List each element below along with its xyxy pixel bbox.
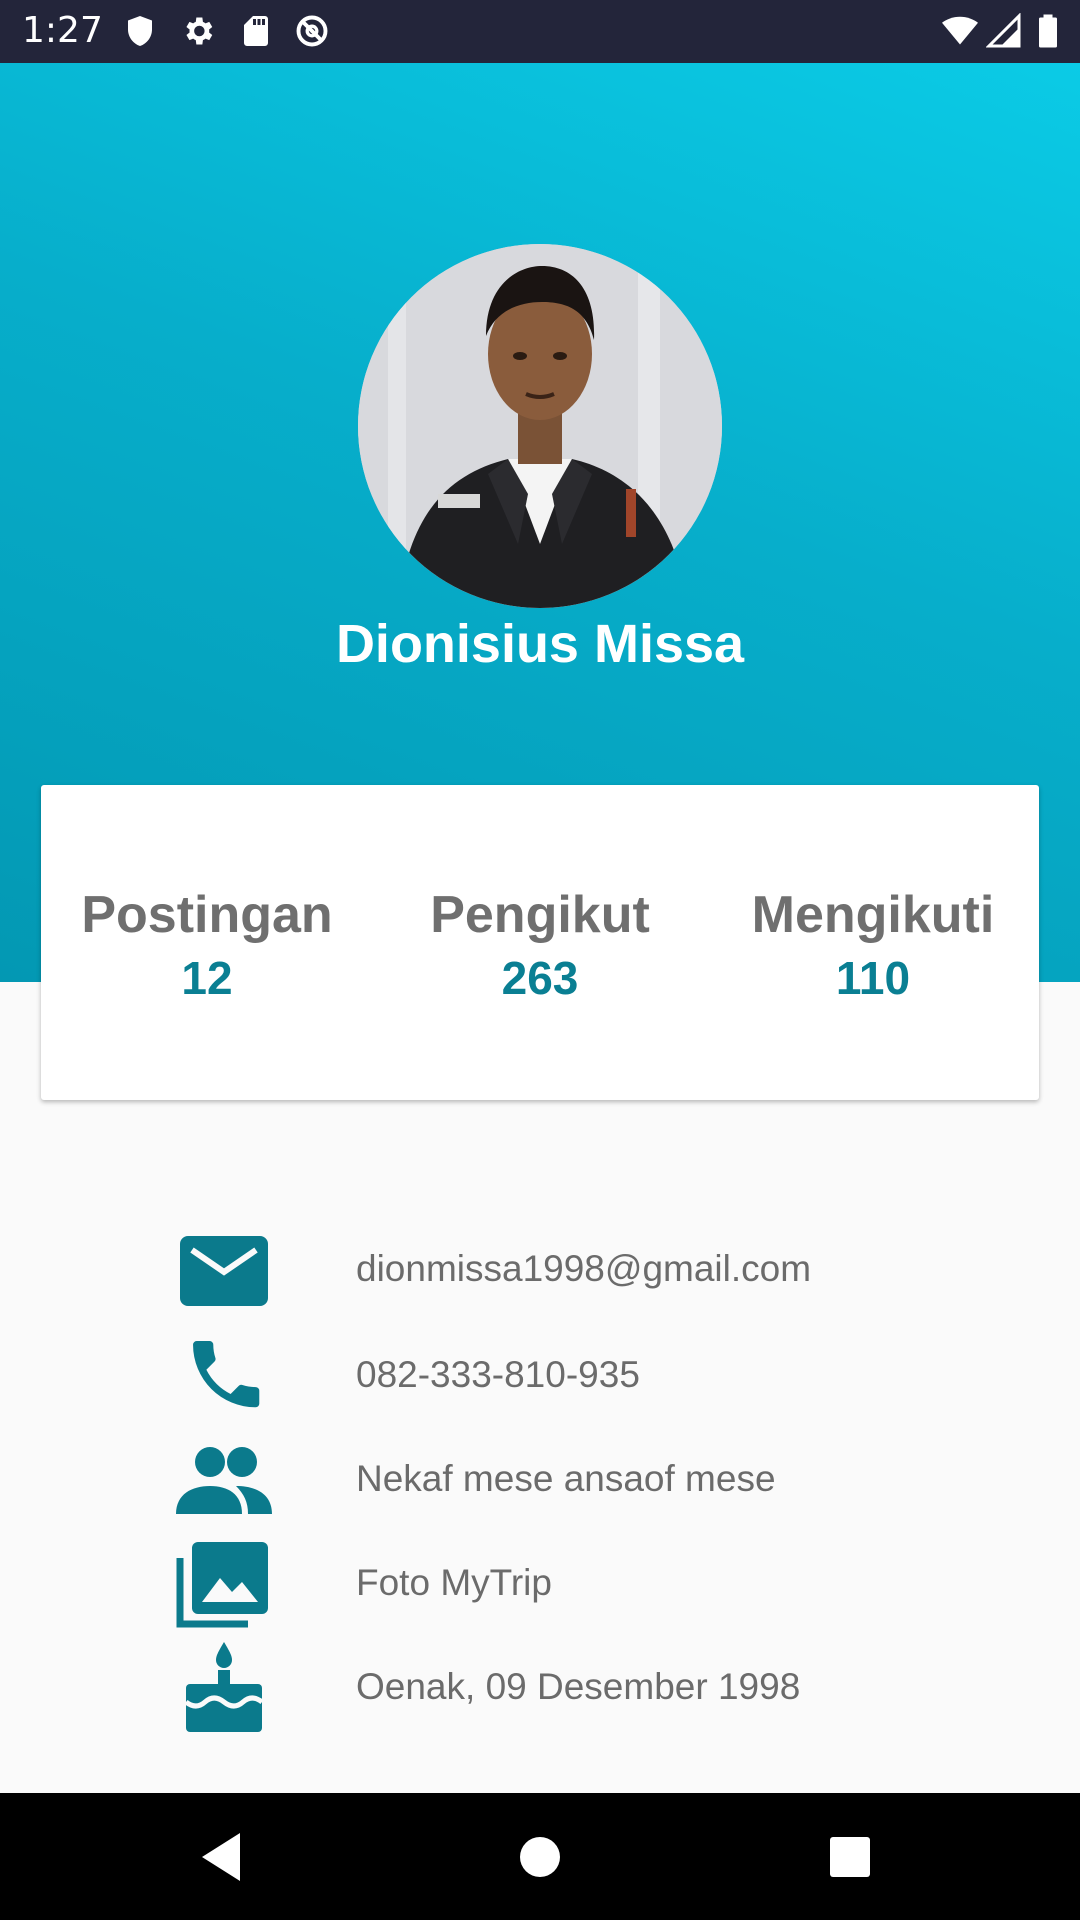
do-not-disturb-icon: [294, 13, 330, 49]
cake-icon: [172, 1640, 276, 1736]
profile-name: Dionisius Missa: [335, 614, 745, 674]
photo-library-icon: [172, 1536, 276, 1632]
info-text-phone: 082-333-810-935: [356, 1354, 640, 1395]
status-time: 1:27: [22, 10, 103, 51]
info-text-photos: Foto MyTrip: [356, 1562, 552, 1603]
email-icon: [172, 1222, 276, 1318]
shield-icon: [122, 13, 158, 49]
avatar[interactable]: [358, 244, 722, 608]
stat-following-value: 110: [835, 952, 911, 1004]
info-text-email: dionmissa1998@gmail.com: [356, 1248, 812, 1289]
status-bar: 1:27: [0, 0, 1080, 63]
battery-icon: [1030, 13, 1066, 49]
info-row-email[interactable]: dionmissa1998@gmail.com: [0, 1222, 1080, 1318]
info-text-birth: Oenak, 09 Desember 1998: [356, 1666, 801, 1707]
info-row-birth[interactable]: Oenak, 09 Desember 1998: [0, 1640, 1080, 1736]
wifi-icon: [942, 13, 978, 49]
back-icon[interactable]: [190, 1823, 258, 1891]
sd-card-icon: [238, 13, 274, 49]
stat-followers[interactable]: Pengikut 263: [380, 885, 700, 1005]
stat-following[interactable]: Mengikuti 110: [713, 885, 1033, 1005]
navigation-bar: [0, 1793, 1080, 1920]
stat-followers-label: Pengikut: [430, 886, 650, 944]
info-row-photos[interactable]: Foto MyTrip: [0, 1536, 1080, 1632]
signal-icon: [986, 13, 1022, 49]
home-icon[interactable]: [506, 1823, 574, 1891]
stat-posts[interactable]: Postingan 12: [47, 885, 367, 1005]
recents-icon[interactable]: [816, 1823, 884, 1891]
profile-photo: [358, 244, 722, 608]
info-row-group[interactable]: Nekaf mese ansaof mese: [0, 1432, 1080, 1528]
people-icon: [172, 1432, 276, 1528]
stat-posts-value: 12: [181, 952, 233, 1004]
stat-posts-label: Postingan: [81, 886, 333, 944]
stat-following-label: Mengikuti: [751, 886, 995, 944]
stats-card: Postingan 12 Pengikut 263 Mengikuti 110: [41, 785, 1039, 1100]
stat-followers-value: 263: [501, 952, 579, 1004]
info-row-phone[interactable]: 082-333-810-935: [0, 1328, 1080, 1424]
info-text-group: Nekaf mese ansaof mese: [356, 1458, 776, 1499]
phone-icon: [172, 1328, 276, 1424]
gear-icon: [180, 13, 216, 49]
